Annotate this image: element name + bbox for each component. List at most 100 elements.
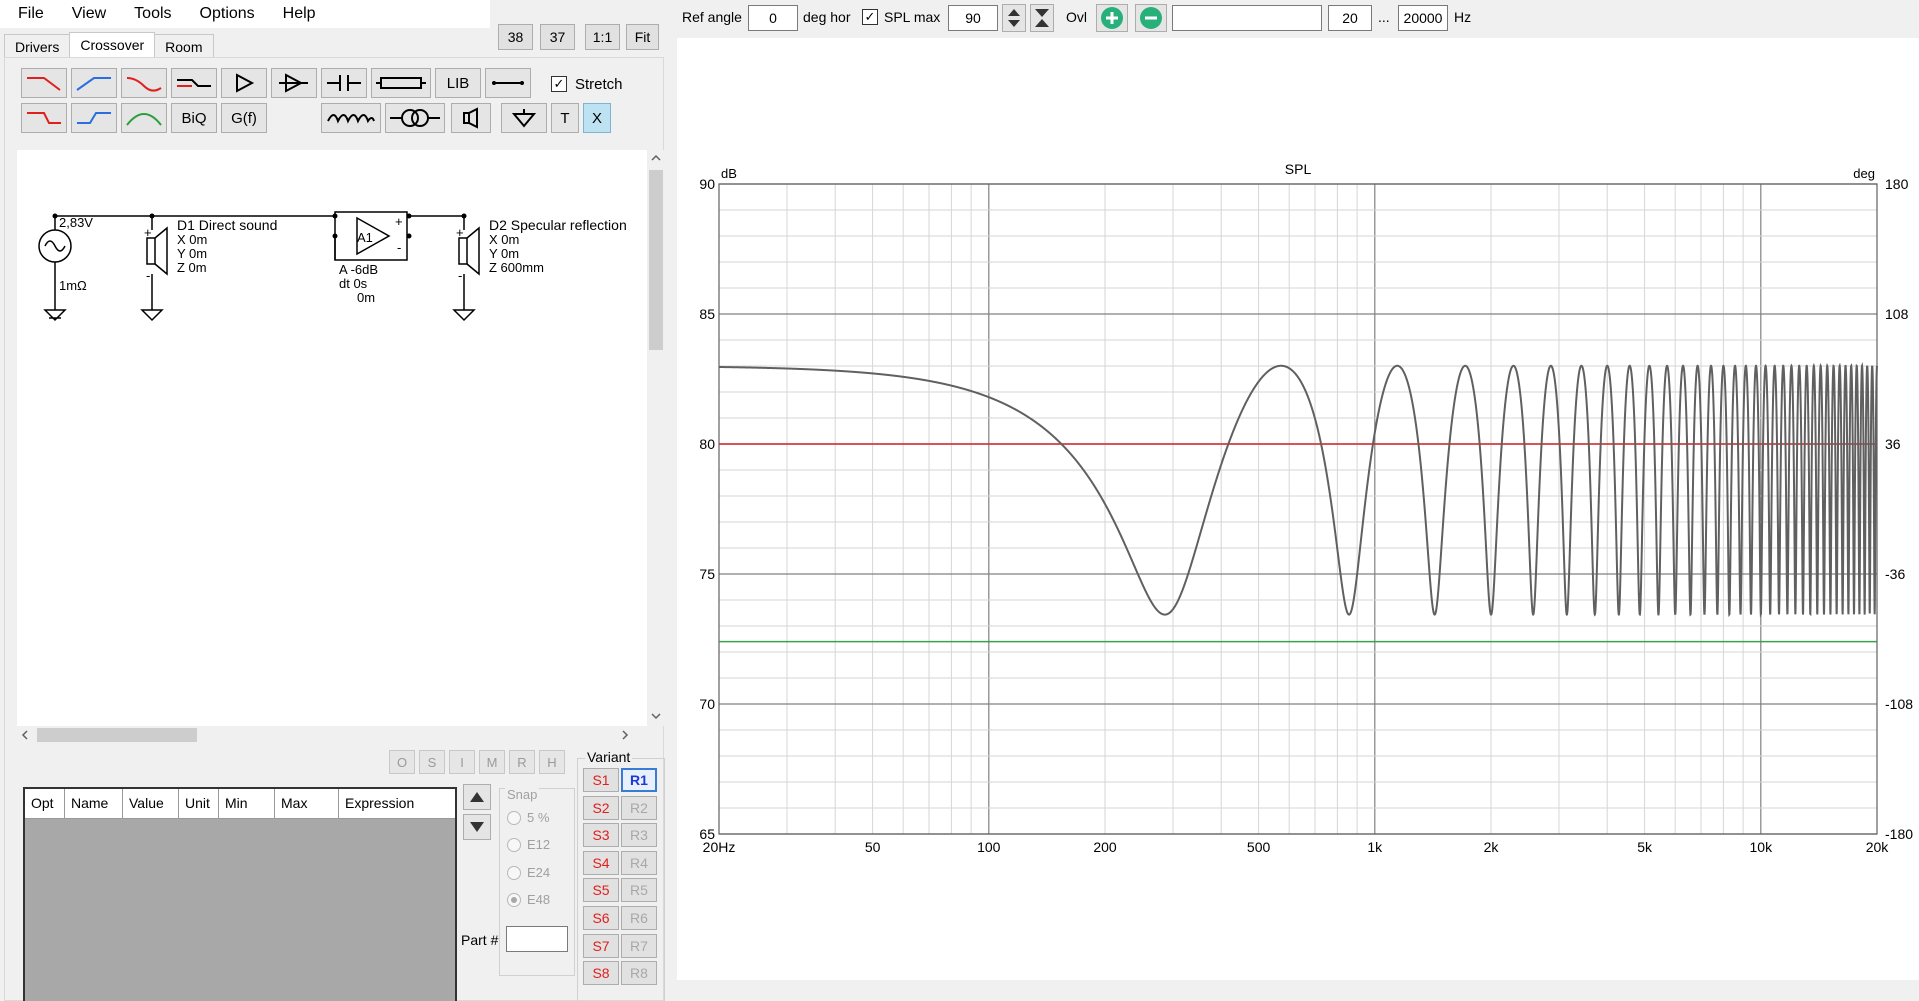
- amp-distance-label: 0m: [357, 290, 375, 305]
- move-down-button[interactable]: [463, 814, 491, 840]
- svg-text:+: +: [456, 225, 464, 240]
- variant-s6-button[interactable]: S6: [583, 906, 619, 930]
- opt-i-button[interactable]: I: [449, 750, 475, 774]
- tab-drivers[interactable]: Drivers: [4, 34, 71, 58]
- parameter-table[interactable]: Opt Name Value Unit Min Max Expression: [23, 787, 457, 1001]
- wire-tool[interactable]: [485, 68, 531, 98]
- spl-max-input[interactable]: 90: [948, 5, 998, 31]
- variant-s3-button[interactable]: S3: [583, 823, 619, 848]
- notch-filter-tool[interactable]: [121, 68, 167, 98]
- speaker-icon: [458, 237, 468, 265]
- menu-bar: File View Tools Options Help: [0, 0, 490, 28]
- speaker-tool[interactable]: [451, 103, 491, 133]
- menu-view[interactable]: View: [58, 5, 120, 23]
- menu-file[interactable]: File: [0, 5, 58, 23]
- snap-label: Snap: [505, 787, 540, 802]
- snap-e12-radio[interactable]: [507, 838, 521, 852]
- move-up-button[interactable]: [463, 784, 491, 810]
- schematic-vertical-scrollbar[interactable]: [647, 150, 665, 726]
- variant-r1-button[interactable]: R1: [621, 768, 657, 792]
- y2-tick-label: -36: [1885, 566, 1905, 582]
- stretch-checkbox[interactable]: ✓: [551, 76, 567, 92]
- wire-icon: [492, 81, 524, 85]
- shelf-icon: [177, 79, 211, 87]
- zoom-1to1-button[interactable]: 1:1: [585, 24, 620, 50]
- variant-s4-button[interactable]: S4: [583, 850, 619, 875]
- x-tick-label: 20k: [1866, 839, 1890, 855]
- menu-tools[interactable]: Tools: [120, 5, 185, 23]
- variant-r8-button[interactable]: R8: [621, 961, 657, 986]
- highpass-filter-tool[interactable]: [71, 68, 117, 98]
- lowpass-2-filter-tool[interactable]: [21, 103, 67, 133]
- zoom-37-button[interactable]: 37: [540, 24, 575, 50]
- opt-r-button[interactable]: R: [509, 750, 535, 774]
- inductor-tool[interactable]: [321, 103, 381, 133]
- menu-help[interactable]: Help: [269, 5, 330, 23]
- tab-room[interactable]: Room: [154, 34, 214, 58]
- resistor-icon: [376, 77, 426, 89]
- transformer-tool[interactable]: [385, 103, 445, 133]
- variant-s2-button[interactable]: S2: [583, 795, 619, 820]
- buffer-icon: [279, 73, 308, 93]
- highpass-2-filter-tool[interactable]: [71, 103, 117, 133]
- d1-y-label: Y 0m: [177, 246, 207, 261]
- variant-r5-button[interactable]: R5: [621, 878, 657, 903]
- opt-s-button[interactable]: S: [419, 750, 445, 774]
- snap-e48-radio[interactable]: [507, 893, 521, 907]
- library-button[interactable]: LIB: [435, 68, 481, 98]
- expand-icon: [1035, 9, 1049, 27]
- variant-r4-button[interactable]: R4: [621, 850, 657, 875]
- capacitor-tool[interactable]: [321, 68, 367, 98]
- opt-h-button[interactable]: H: [539, 750, 565, 774]
- schematic-horizontal-scrollbar[interactable]: [17, 726, 647, 744]
- spl-expand-button[interactable]: [1030, 4, 1054, 32]
- bandpass-filter-tool[interactable]: [121, 103, 167, 133]
- opt-o-button[interactable]: O: [389, 750, 415, 774]
- delete-x-tool[interactable]: X: [583, 103, 611, 133]
- snap-5pct-radio[interactable]: [507, 811, 521, 825]
- variant-s1-button[interactable]: S1: [583, 768, 619, 792]
- x-tick-label: 50: [865, 839, 881, 855]
- variant-r6-button[interactable]: R6: [621, 906, 657, 930]
- spl-up-down-button[interactable]: [1002, 4, 1026, 32]
- y-tick-label: 70: [699, 696, 715, 712]
- amp-delay-label: dt 0s: [339, 276, 368, 291]
- spl-chart-panel[interactable]: SPL dB deg 90 85 80 75 70 65 180 108 36 -36 -108 -180 2…: [677, 38, 1919, 980]
- col-expression: Expression: [345, 795, 415, 811]
- zoom-38-button[interactable]: 38: [498, 24, 533, 50]
- shelf-filter-tool[interactable]: [171, 68, 217, 98]
- remove-overlay-button[interactable]: [1135, 4, 1167, 32]
- x-tick-label: 1k: [1367, 839, 1383, 855]
- buffer-tool[interactable]: [271, 68, 317, 98]
- snap-e24-radio[interactable]: [507, 866, 521, 880]
- part-number-input[interactable]: [506, 926, 568, 952]
- amplifier-tool[interactable]: [221, 68, 267, 98]
- y2-tick-label: -108: [1885, 696, 1913, 712]
- zoom-fit-button[interactable]: Fit: [626, 24, 659, 50]
- variant-r7-button[interactable]: R7: [621, 933, 657, 958]
- ref-angle-input[interactable]: 0: [748, 5, 798, 31]
- x-tick-label: 5k: [1637, 839, 1653, 855]
- d1-x-label: X 0m: [177, 232, 207, 247]
- spl-max-checkbox[interactable]: ✓: [862, 9, 878, 25]
- variant-s8-button[interactable]: S8: [583, 961, 619, 986]
- ground-icon: [140, 309, 164, 322]
- menu-options[interactable]: Options: [186, 5, 269, 23]
- text-tool[interactable]: T: [551, 103, 579, 133]
- opt-m-button[interactable]: M: [479, 750, 505, 774]
- ground-tool[interactable]: [501, 103, 547, 133]
- add-overlay-button[interactable]: [1096, 4, 1128, 32]
- variant-r3-button[interactable]: R3: [621, 823, 657, 848]
- gf-tool[interactable]: G(f): [221, 103, 267, 133]
- variant-s5-button[interactable]: S5: [583, 878, 619, 903]
- freq-min-input[interactable]: 20: [1328, 5, 1372, 31]
- tab-crossover[interactable]: Crossover: [69, 32, 156, 59]
- variant-s7-button[interactable]: S7: [583, 933, 619, 958]
- variant-r2-button[interactable]: R2: [621, 795, 657, 820]
- overlay-name-input[interactable]: [1172, 5, 1322, 31]
- freq-max-input[interactable]: 20000: [1398, 5, 1448, 31]
- biquad-tool[interactable]: BiQ: [171, 103, 217, 133]
- lowpass-filter-tool[interactable]: [21, 68, 67, 98]
- schematic-canvas[interactable]: 2,83V 1mΩ + - D1 Direct sound X 0m Y 0m …: [17, 150, 647, 726]
- resistor-tool[interactable]: [371, 68, 431, 98]
